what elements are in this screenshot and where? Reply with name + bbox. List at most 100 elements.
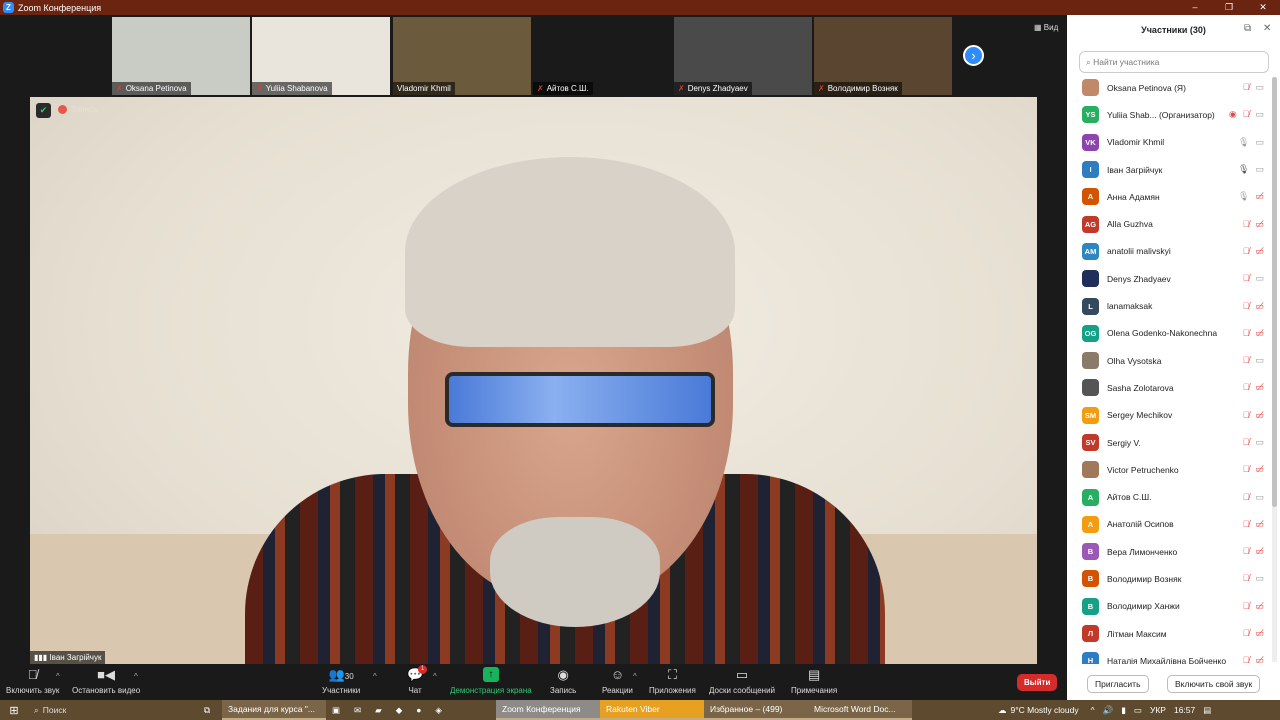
video-off-icon[interactable]: ▭̸ (1255, 191, 1264, 202)
participant-row[interactable]: VK Vladomir Khmil 🎙 ▭ (1067, 129, 1272, 156)
folder-icon[interactable]: ▰ (375, 705, 382, 716)
close-panel-icon[interactable]: ✕ (1263, 23, 1271, 34)
chevron-right-icon[interactable]: › (963, 45, 984, 66)
participant-row[interactable]: B Володимир Возняк 🎙̸ ▭ (1067, 565, 1272, 592)
invite-button[interactable]: Пригласить (1087, 675, 1149, 693)
mic-muted-icon[interactable]: 🎙̸ (1243, 464, 1250, 475)
video-icon[interactable]: ▭ (1255, 355, 1264, 366)
chat-button[interactable]: 💬 1 Чат (407, 665, 427, 695)
mic-muted-icon[interactable]: 🎙̸ (1243, 519, 1250, 530)
participant-row[interactable]: Sasha Zolotarova 🎙̸ ▭̸ (1067, 374, 1272, 401)
participants-button[interactable]: 👥30 Участники (322, 667, 360, 695)
discord-icon[interactable]: ● (416, 705, 421, 715)
participant-row[interactable]: Н Наталія Михайлівна Бойченко 🎙̸ ▭̸ (1067, 647, 1272, 664)
video-thumbnail[interactable]: ✗ Володимир Возняк (814, 17, 952, 95)
clock[interactable]: 16:57 (1174, 705, 1195, 715)
app-icon[interactable]: ◆ (396, 705, 403, 716)
app2-icon[interactable]: ◈ (435, 705, 442, 716)
video-options-caret[interactable]: ^ (134, 672, 138, 681)
mic-muted-icon[interactable]: 🎙̸ (1243, 355, 1250, 366)
mic-muted-icon[interactable]: 🎙̸ (1243, 382, 1250, 393)
taskbar-app-chrome[interactable]: Задания для курса "... (222, 700, 326, 720)
language-indicator[interactable]: УКР (1150, 705, 1166, 715)
taskbar-app-viber[interactable]: Rakuten Viber (600, 700, 704, 720)
mic-muted-icon[interactable]: 🎙̸ (1243, 109, 1250, 120)
participant-row[interactable]: B Вера Лимонченко 🎙̸ ▭̸ (1067, 538, 1272, 565)
participant-row[interactable]: SV Sergiy V. 🎙̸ ▭ (1067, 429, 1272, 456)
mic-icon[interactable]: 🎙 (1238, 191, 1249, 202)
maximize-button[interactable]: ❐ (1212, 0, 1246, 15)
mic-muted-icon[interactable]: 🎙̸ (1243, 246, 1250, 257)
mic-muted-icon[interactable]: 🎙̸ (1243, 492, 1250, 503)
main-video[interactable]: ✔ Запись ▮▮▮ Іван Загрійчук (30, 97, 1037, 664)
mic-muted-icon[interactable]: 🎙̸ (1243, 546, 1250, 557)
video-thumbnail[interactable]: ✗ Oksana Petinova (112, 17, 250, 95)
mic-muted-icon[interactable]: 🎙̸ (1243, 82, 1250, 93)
mic-muted-icon[interactable]: 🎙̸ (1243, 437, 1250, 448)
video-icon[interactable]: ▭ (1255, 437, 1264, 448)
mic-icon[interactable]: ▮ (1121, 705, 1126, 716)
video-icon[interactable]: ▭ (1255, 492, 1264, 503)
participant-row[interactable]: Oksana Petinova (Я) 🎙̸ ▭ (1067, 74, 1272, 101)
video-off-icon[interactable]: ▭̸ (1255, 546, 1264, 557)
participant-row[interactable]: Denys Zhadyaev 🎙̸ ▭ (1067, 265, 1272, 292)
participants-caret[interactable]: ^ (373, 672, 377, 681)
mic-muted-icon[interactable]: 🎙̸ (1243, 301, 1250, 312)
close-button[interactable]: ✕ (1246, 0, 1280, 15)
popout-icon[interactable]: ⧉ (1244, 23, 1251, 34)
taskbar-app-word[interactable]: Microsoft Word Doc... (808, 700, 912, 720)
apps-button[interactable]: ⛶ Приложения (649, 667, 696, 695)
video-off-icon[interactable]: ▭̸ (1255, 246, 1264, 257)
scrollbar-thumb[interactable] (1272, 77, 1277, 507)
participant-row[interactable]: YS Yuliia Shab... (Организатор) ◉ 🎙̸ ▭ (1067, 101, 1272, 128)
epic-icon[interactable]: ▣ (332, 705, 340, 716)
taskbar-app-favorites[interactable]: Избранное – (499) (704, 700, 808, 720)
video-off-icon[interactable]: ▭̸ (1255, 628, 1264, 639)
participant-row[interactable]: AG Alla Guzhva 🎙̸ ▭̸ (1067, 210, 1272, 237)
video-off-icon[interactable]: ▭̸ (1255, 328, 1264, 339)
video-off-icon[interactable]: ▭̸ (1255, 410, 1264, 421)
participant-row[interactable]: SM Sergey Mechikov 🎙̸ ▭̸ (1067, 402, 1272, 429)
leave-button[interactable]: Выйти (1017, 674, 1058, 691)
audio-options-caret[interactable]: ^ (56, 672, 60, 681)
participant-row[interactable]: I Іван Загрійчук 🎙 ▭ (1067, 156, 1272, 183)
search-participants-input[interactable]: ⌕ Найти участника (1079, 51, 1269, 73)
video-icon[interactable]: ▭ (1255, 109, 1264, 120)
video-off-icon[interactable]: ▭̸ (1255, 219, 1264, 230)
video-icon[interactable]: ▭ (1255, 573, 1264, 584)
mic-muted-icon[interactable]: 🎙̸ (1243, 573, 1250, 584)
mic-speaking-icon[interactable]: 🎙 (1238, 164, 1249, 175)
participant-row[interactable]: Olha Vysotska 🎙̸ ▭ (1067, 347, 1272, 374)
mic-muted-icon[interactable]: 🎙̸ (1243, 273, 1250, 284)
stop-video-button[interactable]: ■◀ Остановить видео (72, 667, 140, 695)
notes-button[interactable]: ▤ Примечания (791, 667, 837, 695)
participant-row[interactable]: OG Olena Godenko-Nakonechna 🎙̸ ▭̸ (1067, 320, 1272, 347)
video-thumbnail[interactable]: ✗ Denys Zhadyaev (674, 17, 812, 95)
participant-row[interactable]: Л Літман Максим 🎙̸ ▭̸ (1067, 620, 1272, 647)
participant-row[interactable]: A Анна Адамян 🎙 ▭̸ (1067, 183, 1272, 210)
video-off-icon[interactable]: ▭̸ (1255, 382, 1264, 393)
unmute-button[interactable]: 🎙̸ Включить звук (6, 667, 59, 695)
video-thumbnail[interactable]: ✗ Yuliia Shabanova (252, 17, 390, 95)
participant-row[interactable]: B Володимир Ханжи 🎙̸ ▭̸ (1067, 593, 1272, 620)
participant-row[interactable]: A Анатолій Осипов 🎙̸ ▭̸ (1067, 511, 1272, 538)
participant-row[interactable]: AM anatolii malivskyi 🎙̸ ▭̸ (1067, 238, 1272, 265)
mic-muted-icon[interactable]: 🎙̸ (1243, 219, 1250, 230)
participant-row[interactable]: A Айтов С.Ш. 🎙̸ ▭ (1067, 483, 1272, 510)
whiteboards-button[interactable]: ▭ Доски сообщений (709, 667, 775, 695)
video-off-icon[interactable]: ▭̸ (1255, 464, 1264, 475)
shield-icon[interactable]: ✔ (36, 103, 51, 118)
video-off-icon[interactable]: ▭̸ (1255, 301, 1264, 312)
video-icon[interactable]: ▭ (1255, 273, 1264, 284)
participant-row[interactable]: Llanamaksak 🎙̸ ▭̸ (1067, 292, 1272, 319)
reactions-caret[interactable]: ^ (633, 672, 637, 681)
tray-expand-icon[interactable]: ^ (1091, 705, 1095, 715)
unmute-self-button[interactable]: Включить свой звук (1167, 675, 1261, 693)
video-icon[interactable]: ▭ (1255, 82, 1264, 93)
mic-muted-icon[interactable]: 🎙̸ (1243, 628, 1250, 639)
notifications-icon[interactable]: ▤ (1203, 705, 1211, 716)
video-off-icon[interactable]: ▭̸ (1255, 601, 1264, 612)
mic-muted-icon[interactable]: 🎙̸ (1243, 410, 1250, 421)
view-button[interactable]: ▦ Вид (1034, 23, 1058, 32)
participant-row[interactable]: Victor Petruchenko 🎙̸ ▭̸ (1067, 456, 1272, 483)
